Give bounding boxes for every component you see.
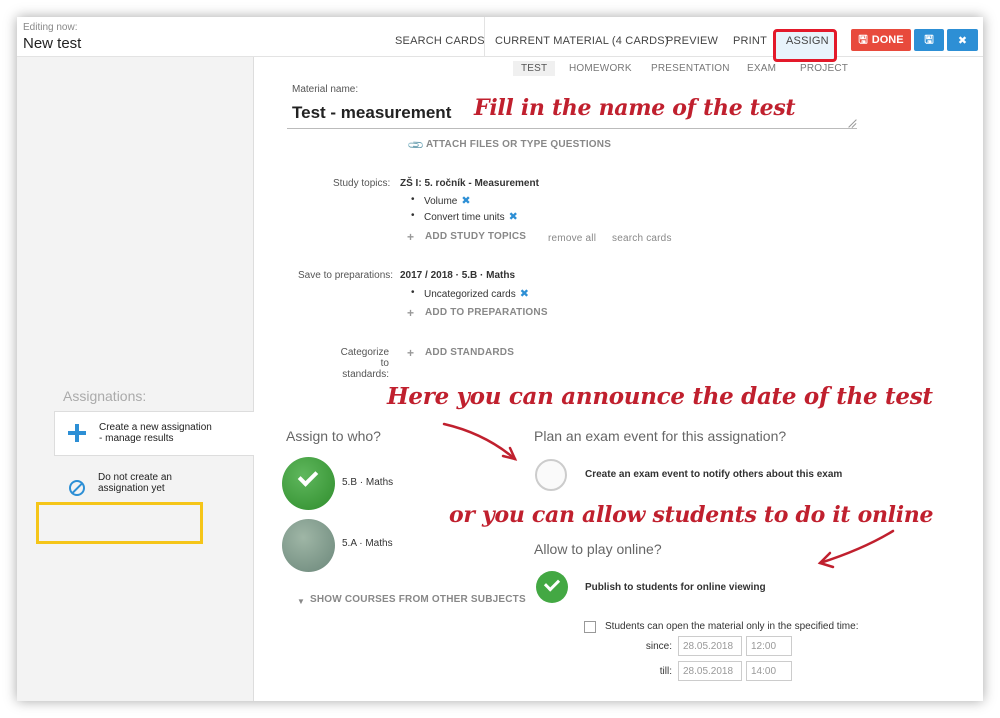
- plus-icon: +: [407, 230, 415, 244]
- time-limit-label: Students can open the material only in t…: [605, 621, 859, 632]
- course-5a-avatar[interactable]: [282, 519, 335, 572]
- floppy-icon: 🖫: [924, 33, 934, 46]
- study-topics-value: ZŠ I: 5. ročník - Measurement: [400, 178, 539, 189]
- till-date-input[interactable]: 28.05.2018: [678, 661, 742, 681]
- time-limit-checkbox[interactable]: [584, 621, 596, 633]
- till-time-input[interactable]: 14:00: [746, 661, 792, 681]
- remove-topic-icon[interactable]: ✖: [461, 195, 470, 207]
- editing-label: Editing now:: [23, 22, 78, 33]
- name-underline: [287, 128, 857, 129]
- nav-preview[interactable]: PREVIEW: [666, 17, 718, 57]
- add-study-topics-button[interactable]: ADD STUDY TOPICS: [425, 231, 526, 242]
- exam-event-option-label: Create an exam event to notify others ab…: [585, 469, 843, 480]
- resize-handle-icon[interactable]: [847, 119, 856, 128]
- app-window: Editing now: New test SEARCH CARDS CURRE…: [17, 17, 983, 701]
- preparation-item: Uncategorized cards ✖: [411, 287, 529, 300]
- paperclip-icon: 📎: [407, 136, 426, 155]
- annotation-fill-name: Fill in the name of the test: [474, 95, 796, 121]
- tab-project[interactable]: PROJECT: [800, 63, 848, 74]
- ban-icon: [69, 480, 85, 496]
- course-5b-label[interactable]: 5.B · Maths: [342, 477, 393, 488]
- top-bar: Editing now: New test SEARCH CARDS CURRE…: [17, 17, 983, 62]
- remove-all-link[interactable]: remove all: [548, 233, 596, 244]
- checkmark-icon: [297, 466, 319, 487]
- close-icon: ✖: [957, 34, 968, 47]
- topic-item: Volume✖: [411, 194, 470, 207]
- save-to-label: Save to preparations:: [298, 270, 394, 281]
- create-assignation-line1: Create a new assignation: [99, 422, 212, 433]
- online-toggle[interactable]: [536, 571, 568, 603]
- since-date-input[interactable]: 28.05.2018: [678, 636, 742, 656]
- exam-event-heading: Plan an exam event for this assignation?: [534, 428, 787, 444]
- tab-exam[interactable]: EXAM: [747, 63, 776, 74]
- nav-divider: [484, 17, 485, 57]
- remove-preparation-icon[interactable]: ✖: [520, 288, 529, 300]
- categorize-label: Categorize to standards:: [331, 347, 389, 380]
- since-time-input[interactable]: 12:00: [746, 636, 792, 656]
- attach-files-button[interactable]: ATTACH FILES OR TYPE QUESTIONS: [426, 139, 611, 150]
- save-icon: 🖫: [858, 33, 868, 46]
- assign-to-heading: Assign to who?: [286, 428, 381, 444]
- material-name-input[interactable]: Test - measurement: [292, 103, 451, 123]
- nav-search-cards[interactable]: SEARCH CARDS: [395, 17, 485, 57]
- checkmark-icon: [543, 575, 561, 592]
- topic-volume: Volume: [424, 196, 458, 207]
- remove-topic-icon[interactable]: ✖: [509, 211, 518, 223]
- plus-icon: +: [407, 306, 415, 320]
- tab-homework[interactable]: HOMEWORK: [569, 63, 632, 74]
- plus-icon: [68, 424, 86, 442]
- done-label: DONE: [871, 34, 904, 46]
- categorize-label-line1: Categorize to: [340, 347, 389, 369]
- add-to-preparations-button[interactable]: ADD TO PREPARATIONS: [425, 307, 548, 318]
- done-button[interactable]: 🖫 DONE: [851, 29, 911, 51]
- till-label: till:: [659, 666, 672, 677]
- left-sidebar: [17, 57, 254, 701]
- no-assignation-line1: Do not create an: [98, 472, 172, 483]
- tab-test[interactable]: TEST: [513, 61, 556, 76]
- show-other-courses-button[interactable]: SHOW COURSES FROM OTHER SUBJECTS: [310, 594, 526, 605]
- close-button[interactable]: ✖: [947, 29, 978, 51]
- plus-icon: +: [407, 346, 415, 360]
- search-cards-link[interactable]: search cards: [612, 233, 672, 244]
- online-option-label: Publish to students for online viewing: [585, 582, 766, 593]
- assignations-heading: Assignations:: [63, 388, 147, 404]
- tab-presentation[interactable]: PRESENTATION: [651, 63, 730, 74]
- nav-assign[interactable]: ASSIGN: [786, 17, 829, 57]
- material-name-label: Material name:: [292, 84, 359, 95]
- save-to-value: 2017 / 2018 · 5.B · Maths: [400, 270, 516, 281]
- exam-event-toggle[interactable]: [535, 459, 567, 491]
- yellow-highlight-box: [36, 502, 203, 544]
- document-title: New test: [23, 35, 82, 52]
- caret-down-icon: ▼: [297, 597, 305, 606]
- study-topics-label: Study topics:: [333, 178, 391, 189]
- course-5b-avatar[interactable]: [282, 457, 335, 510]
- preparation-uncategorized: Uncategorized cards: [424, 289, 516, 300]
- annotation-allow-online: or you can allow students to do it onlin…: [449, 502, 934, 528]
- topic-convert-time: Convert time units: [424, 212, 505, 223]
- no-assignation-line2: assignation yet: [98, 483, 165, 494]
- create-assignation-item[interactable]: Create a new assignation - manage result…: [54, 411, 254, 456]
- nav-print[interactable]: PRINT: [733, 17, 767, 57]
- add-standards-button[interactable]: ADD STANDARDS: [425, 347, 514, 358]
- online-heading: Allow to play online?: [534, 541, 662, 557]
- course-5a-label[interactable]: 5.A · Maths: [342, 538, 393, 549]
- since-label: since:: [645, 641, 672, 652]
- annotation-announce-date: Here you can announce the date of the te…: [387, 383, 933, 410]
- topic-item: Convert time units ✖: [411, 210, 518, 223]
- nav-current-material[interactable]: CURRENT MATERIAL (4 CARDS): [495, 17, 669, 57]
- create-assignation-line2: - manage results: [99, 433, 174, 444]
- save-button[interactable]: 🖫: [914, 29, 944, 51]
- categorize-label-line2: standards:: [342, 369, 389, 380]
